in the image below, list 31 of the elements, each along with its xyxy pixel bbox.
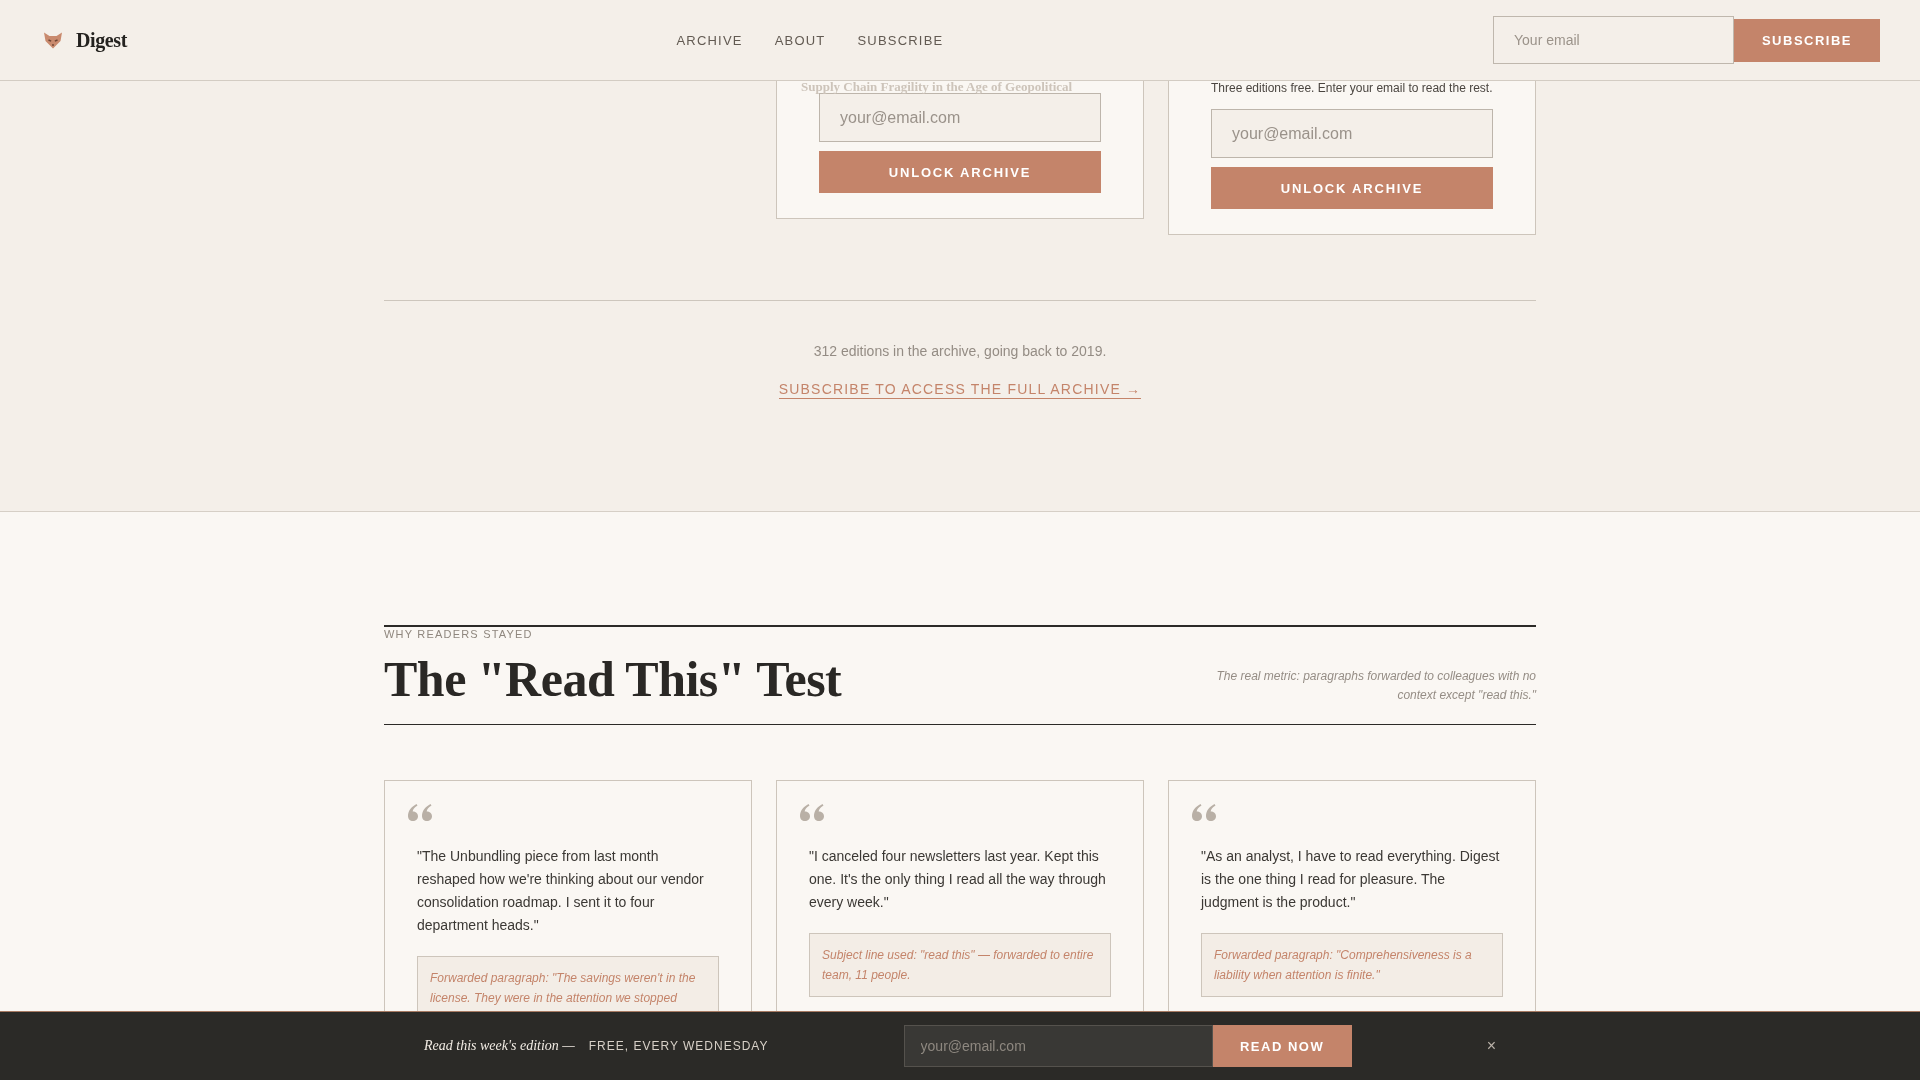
forwarded-note: Forwarded paragraph: "Comprehensiveness is a liability when attention is finite.": [1201, 933, 1503, 997]
email-field[interactable]: your@email.com: [1211, 109, 1493, 158]
nav-link[interactable]: ARCHIVE: [676, 32, 743, 48]
testimonial-quote: "The Unbundling piece from last month reshaped how we're thinking about our vendor consolidation roadmap. I sent it to four department heads.": [417, 847, 705, 935]
forwarded-note: Forwarded paragraph: "The savings weren't in the license. They were in the attention we stopped: [417, 956, 719, 1011]
testimonial-quote: "As an analyst, I have to read everything. Digest is the one thing I read for pleasure. The judgment is the product.": [1201, 847, 1501, 912]
section-title: The "Read This" Test: [384, 651, 842, 707]
quote-mark-icon: [408, 804, 433, 821]
bar-lead-text: Read this week's edition —: [424, 1038, 575, 1054]
email-field[interactable]: your@email.com: [819, 93, 1101, 142]
fox-head-icon: [43, 31, 63, 49]
email-field[interactable]: your@email.com: [903, 1025, 1213, 1067]
read-now-button[interactable]: READ NOW: [1212, 1025, 1352, 1067]
nav-link[interactable]: SUBSCRIBE: [857, 32, 944, 48]
testimonial-quote: "I canceled four newsletters last year. Kept this one. It's the only thing I read all the way through every week.": [809, 847, 1107, 912]
unlock-button[interactable]: UNLOCK ARCHIVE: [819, 151, 1101, 193]
quote-mark-icon: [800, 804, 825, 821]
email-field[interactable]: Your email: [1493, 16, 1734, 64]
close-button[interactable]: ×: [1486, 1037, 1496, 1055]
section-eyebrow: WHY READERS STAYED: [384, 628, 533, 641]
logo-wordmark[interactable]: Digest: [76, 28, 127, 52]
forwarded-note: Subject line used: "read this" — forwarded to entire team, 11 people.: [809, 933, 1111, 997]
faded-headline: Supply Chain Fragility in the Age of Geopolitical: [801, 81, 1073, 93]
section-note: The real metric: paragraphs forwarded to colleagues with no context except "read this.": [1215, 668, 1536, 704]
bar-tagline: FREE, EVERY WEDNESDAY: [588, 1039, 769, 1053]
nav-link[interactable]: ABOUT: [774, 32, 826, 48]
subscribe-button[interactable]: SUBSCRIBE: [1734, 18, 1880, 62]
archive-count-text: 312 editions in the archive, going back to 2019.: [813, 342, 1107, 360]
unlock-button[interactable]: UNLOCK ARCHIVE: [1211, 167, 1493, 209]
quote-mark-icon: [1192, 804, 1217, 821]
gate-message: Three editions free. Enter your email to read the rest.: [1211, 81, 1493, 95]
